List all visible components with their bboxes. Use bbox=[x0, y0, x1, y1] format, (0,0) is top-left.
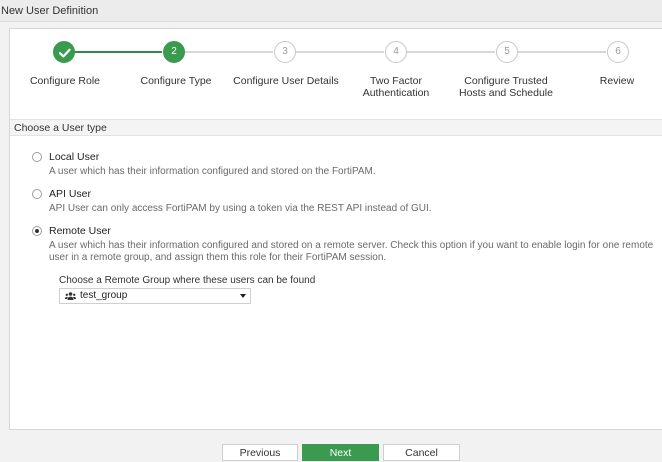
section-header: Choose a User type bbox=[10, 119, 662, 136]
remote-user-label[interactable]: Remote User bbox=[49, 225, 111, 237]
step-connector-2-3 bbox=[184, 51, 273, 53]
previous-button[interactable]: Previous bbox=[222, 444, 298, 461]
remote-group-value: test_group bbox=[80, 290, 128, 301]
checkmark-icon bbox=[58, 48, 71, 58]
step-3-label: Configure User Details bbox=[233, 75, 339, 87]
step-1-label: Configure Role bbox=[29, 75, 101, 87]
step-1-circle bbox=[53, 41, 75, 63]
api-user-label[interactable]: API User bbox=[49, 188, 91, 200]
local-user-description: A user which has their information confi… bbox=[49, 166, 376, 177]
step-6-label: Review bbox=[599, 75, 635, 87]
api-user-radio[interactable] bbox=[32, 189, 42, 199]
step-3-number: 3 bbox=[282, 46, 288, 57]
local-user-label[interactable]: Local User bbox=[49, 151, 99, 163]
wizard-panel: 2 3 4 5 6 Configure Role Configure Type … bbox=[9, 28, 662, 430]
remote-user-description: A user which has their information confi… bbox=[49, 240, 654, 263]
api-user-description: API User can only access FortiPAM by usi… bbox=[49, 203, 432, 214]
step-5-circle: 5 bbox=[496, 41, 518, 63]
remote-group-label: Choose a Remote Group where these users … bbox=[59, 275, 316, 286]
step-5-number: 5 bbox=[504, 46, 510, 57]
step-connector-1-2 bbox=[74, 51, 162, 53]
step-6-number: 6 bbox=[615, 46, 621, 57]
wizard-stepper: 2 3 4 5 6 Configure Role Configure Type … bbox=[10, 29, 662, 119]
step-4-number: 4 bbox=[393, 46, 399, 57]
step-2-number: 2 bbox=[171, 46, 177, 57]
step-connector-5-6 bbox=[517, 51, 606, 53]
cancel-button[interactable]: Cancel bbox=[383, 444, 460, 461]
step-2-label: Configure Type bbox=[140, 75, 212, 87]
step-6-circle: 6 bbox=[607, 41, 629, 63]
remote-user-radio[interactable] bbox=[32, 226, 42, 236]
step-connector-3-4 bbox=[295, 51, 384, 53]
local-user-radio[interactable] bbox=[32, 152, 42, 162]
next-button[interactable]: Next bbox=[302, 444, 379, 461]
window-title: New User Definition bbox=[1, 5, 99, 17]
users-icon bbox=[65, 292, 76, 300]
step-5-label: Configure Trusted Hosts and Schedule bbox=[459, 75, 553, 99]
step-4-label: Two Factor Authentication bbox=[362, 75, 430, 99]
step-3-circle: 3 bbox=[274, 41, 296, 63]
step-4-circle: 4 bbox=[385, 41, 407, 63]
step-2-circle: 2 bbox=[163, 41, 185, 63]
window-title-bar: New User Definition bbox=[0, 0, 662, 22]
chevron-down-icon[interactable] bbox=[240, 294, 246, 298]
step-connector-4-5 bbox=[406, 51, 495, 53]
remote-group-dropdown[interactable]: test_group bbox=[59, 288, 251, 304]
